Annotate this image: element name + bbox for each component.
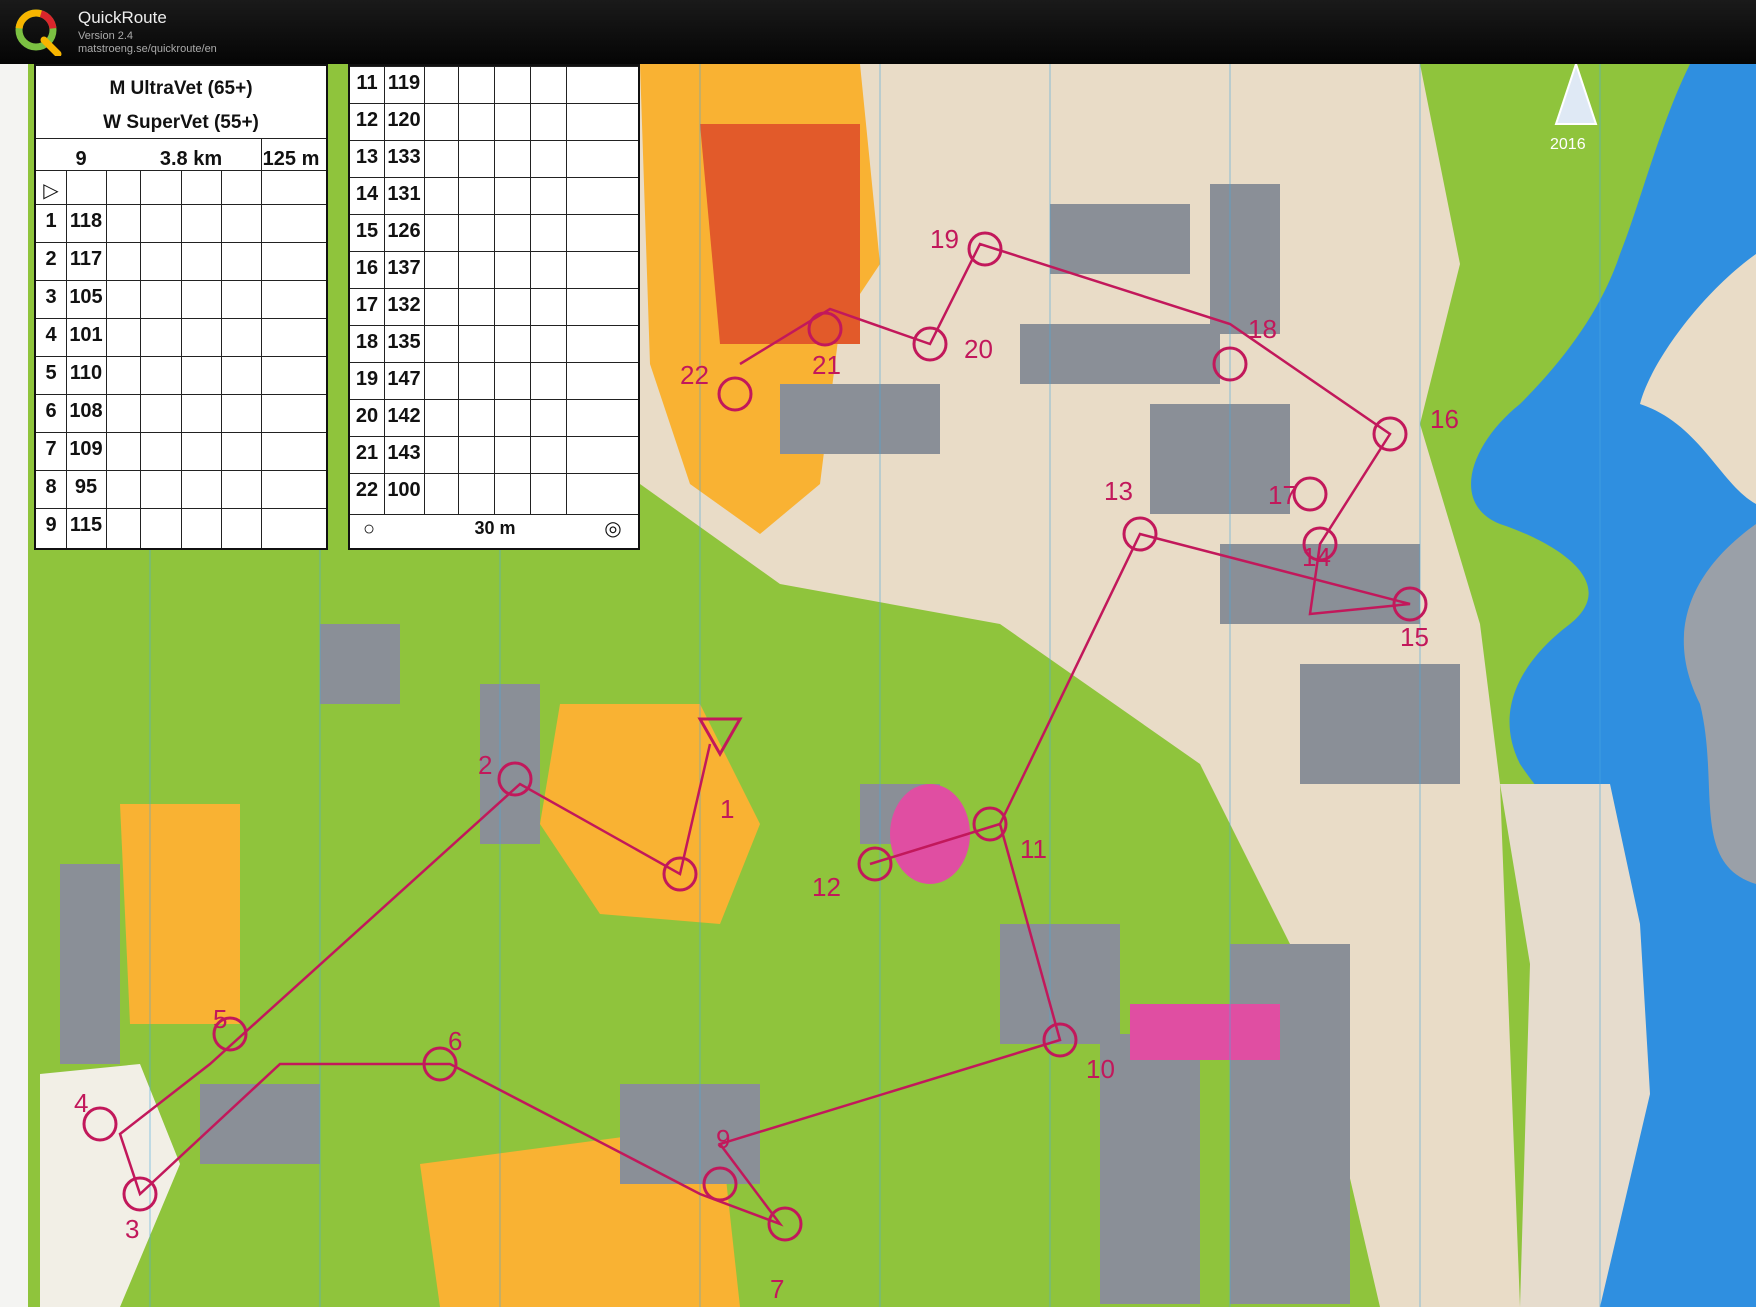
control-label: 2 [478, 750, 493, 780]
control-code: 147 [387, 368, 421, 390]
control-code: 117 [69, 248, 103, 270]
control-number: 14 [355, 183, 379, 205]
control-label: 19 [930, 224, 959, 254]
control-label: 7 [770, 1274, 785, 1304]
control-code: 101 [69, 324, 103, 346]
control-number: 2 [45, 248, 57, 270]
control-label: 15 [1400, 622, 1429, 652]
control-label: 20 [964, 334, 993, 364]
grid-line [458, 66, 459, 514]
control-label: 11 [1020, 834, 1047, 864]
pink-area-center [890, 784, 970, 884]
control-number: 8 [45, 476, 57, 498]
control-code: 142 [387, 405, 421, 427]
course-climb: 125 m [262, 148, 320, 170]
grid-line [424, 66, 425, 514]
control-number: 13 [355, 146, 379, 168]
title-bar: QuickRoute Version 2.4 matstroeng.se/qui… [0, 0, 1756, 64]
control-code: 126 [387, 220, 421, 242]
grid-line [36, 138, 326, 139]
control-number: 3 [45, 286, 57, 308]
control-code: 120 [387, 109, 421, 131]
grid-line [106, 170, 107, 548]
course-length: 3.8 km [159, 148, 223, 170]
control-label: 9 [716, 1124, 731, 1154]
control-label: 10 [1086, 1054, 1115, 1084]
finish-circle-icon: ◎ [604, 518, 622, 540]
control-code: 110 [69, 362, 103, 384]
control-label: 17 [1268, 480, 1297, 510]
control-number: 1 [45, 210, 57, 232]
control-number: 4 [45, 324, 57, 346]
class-name-1: M UltraVet (65+) [109, 78, 253, 99]
finish-distance: 30 m [474, 518, 516, 538]
control-number: 9 [45, 514, 57, 536]
grid-line [350, 514, 638, 515]
app-url[interactable]: matstroeng.se/quickroute/en [78, 43, 217, 55]
app-title: QuickRoute [78, 8, 167, 27]
control-label: 16 [1430, 404, 1459, 434]
control-number: 19 [355, 368, 379, 390]
control-number: 11 [356, 72, 378, 94]
grid-line [566, 66, 567, 514]
control-number: 5 [45, 362, 57, 384]
paper-margin [0, 64, 28, 1307]
control-label: 14 [1302, 542, 1331, 572]
control-label: 6 [448, 1026, 463, 1056]
control-label: 12 [812, 872, 841, 902]
control-code: 131 [387, 183, 421, 205]
start-triangle-icon: ▷ [43, 180, 59, 202]
orienteering-map[interactable]: 2016 1 2 3 4 5 6 7 9 10 11 12 13 14 15 1… [0, 64, 1756, 1307]
control-number: 22 [355, 479, 379, 501]
control-code: 100 [387, 479, 421, 501]
map-year-label: 2016 [1550, 136, 1586, 153]
control-number: 15 [355, 220, 379, 242]
pink-area [1130, 1004, 1280, 1060]
control-code: 115 [69, 514, 103, 536]
grid-line [530, 66, 531, 514]
control-label: 4 [74, 1088, 89, 1118]
control-number: 20 [355, 405, 379, 427]
control-label: 5 [213, 1004, 228, 1034]
control-number: 12 [355, 109, 379, 131]
control-label: 1 [720, 794, 735, 824]
control-code: 105 [69, 286, 103, 308]
control-code: 133 [387, 146, 421, 168]
class-name-2: W SuperVet (55+) [103, 112, 259, 133]
control-number: 17 [355, 294, 379, 316]
control-code: 119 [387, 72, 421, 94]
control-code: 132 [387, 294, 421, 316]
control-label: 21 [812, 350, 841, 380]
control-code: 118 [69, 210, 103, 232]
control-code: 137 [387, 257, 421, 279]
grid-line [181, 170, 182, 548]
finish-start-icon: ○ [362, 518, 376, 540]
control-label: 3 [125, 1214, 140, 1244]
control-description-table-left: M UltraVet (65+) W SuperVet (55+) 9 3.8 … [34, 64, 328, 550]
control-label: 13 [1104, 476, 1133, 506]
grid-line [140, 170, 141, 548]
control-code: 95 [74, 476, 98, 498]
course-number: 9 [75, 148, 87, 170]
grid-line [384, 66, 385, 514]
app-version: Version 2.4 [78, 30, 134, 42]
grid-line [66, 170, 67, 548]
control-code: 108 [69, 400, 103, 422]
control-description-table-right: 11 119 12 120 13 133 14 131 15 126 16 137 17 132 18 135… [348, 64, 640, 550]
quickroute-logo-icon [15, 9, 62, 56]
control-number: 18 [355, 331, 379, 353]
control-code: 109 [69, 438, 103, 460]
control-number: 21 [355, 442, 379, 464]
grid-line [261, 138, 262, 548]
control-code: 135 [387, 331, 421, 353]
control-code: 143 [387, 442, 421, 464]
control-number: 6 [45, 400, 57, 422]
control-label: 22 [680, 360, 709, 390]
grid-line [221, 170, 222, 548]
control-number: 16 [355, 257, 379, 279]
control-label: 18 [1248, 314, 1277, 344]
control-number: 7 [45, 438, 57, 460]
open-land-west [120, 804, 240, 1024]
grid-line [494, 66, 495, 514]
